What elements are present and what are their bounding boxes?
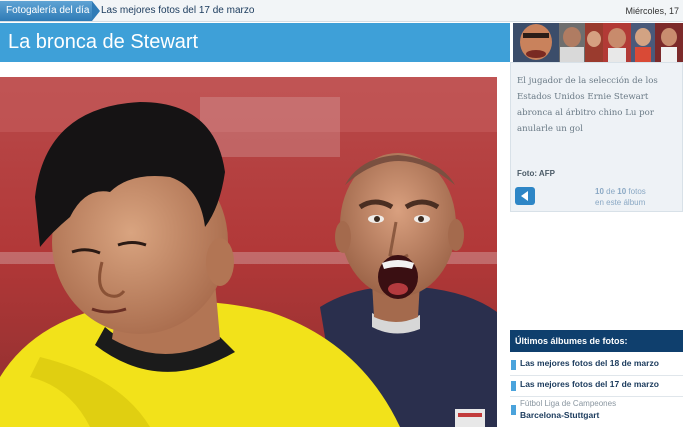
previous-photo-button[interactable] [515,187,535,205]
main-photo [0,77,497,427]
counter-total: 10 [617,187,627,196]
album-link-barcelona-stuttgart[interactable]: Fútbol Liga de Campeones Barcelona-Stutt… [510,399,683,423]
referee-and-player-image [0,77,497,427]
breadcrumb-bar: Fotogalería del día Las mejores fotos de… [0,0,683,22]
caption-box: El jugador de la selección de los Estado… [510,62,683,212]
divider [510,375,683,376]
albums-heading: Últimos álbumes de fotos: [510,330,683,352]
album-link-17-marzo[interactable]: Las mejores fotos del 17 de marzo [510,378,683,394]
thumbnail-strip [513,23,683,62]
photo-caption: El jugador de la selección de los Estado… [517,76,658,134]
bullet-icon [511,405,516,415]
bullet-icon [511,381,516,391]
bullet-icon [511,360,516,370]
counter-current: 10 [595,187,604,196]
title-bar: La bronca de Stewart [0,23,510,62]
album-label[interactable]: Las mejores fotos del 18 de marzo [520,358,659,368]
album-link-18-marzo[interactable]: Las mejores fotos del 18 de marzo [510,357,683,373]
photo-navigation: 10 de 10 fotos en este álbum [511,179,683,213]
counter-of: de [606,187,616,196]
counter-suffix: fotos [628,187,646,196]
counter-line2: en este álbum [595,198,646,207]
date-label: Miércoles, 17 [625,6,679,16]
breadcrumb-section-link[interactable]: Fotogalería del día [0,1,92,21]
photo-credit: Foto: AFP [517,169,555,178]
album-label[interactable]: Las mejores fotos del 17 de marzo [520,379,659,389]
divider [510,396,683,397]
sidebar: El jugador de la selección de los Estado… [510,62,683,427]
arrow-left-icon [521,191,528,201]
page-title: La bronca de Stewart [8,31,199,53]
album-sublabel: Fútbol Liga de Campeones [520,399,617,408]
breadcrumb-arrow-icon [92,1,100,21]
album-label[interactable]: Barcelona-Stuttgart [520,410,599,420]
breadcrumb-current-link[interactable]: Las mejores fotos del 17 de marzo [101,0,254,22]
photo-counter: 10 de 10 fotos en este álbum [595,186,646,208]
latest-albums: Últimos álbumes de fotos: Las mejores fo… [510,330,683,427]
thumbnail-images[interactable] [513,23,683,62]
